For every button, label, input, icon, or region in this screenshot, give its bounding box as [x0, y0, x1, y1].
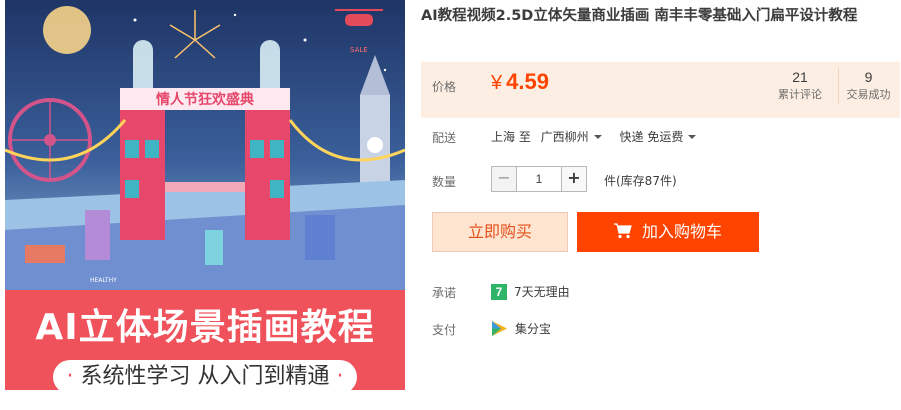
bus-text: HEALTHY [90, 277, 117, 284]
promise-label: 承诺 [432, 286, 457, 300]
buy-now-button[interactable]: 立即购买 [432, 212, 568, 252]
jifenbao-icon [492, 321, 507, 336]
destination-text: 广西柳州 [540, 130, 589, 144]
payment-row: 集分宝 [491, 320, 551, 337]
seven-day-return-icon: 7 [491, 283, 507, 300]
shipping-row: 上海 至 广西柳州 快递 免运费 [491, 128, 697, 145]
add-to-cart-button[interactable]: 加入购物车 [577, 212, 759, 252]
reviews-stat[interactable]: 21 累计评论 [771, 68, 829, 104]
banner-title: AI立体场景插画教程 [35, 307, 375, 348]
sales-stat: 9 交易成功 [838, 68, 896, 104]
payment-label: 支付 [432, 323, 457, 337]
price-amount: 4.59 [506, 69, 549, 94]
price-panel: 价格 ¥4.59 21 累计评论 9 交易成功 [421, 62, 900, 118]
product-title: AI教程视频2.5D立体矢量商业插画 南丰丰零基础入门扁平设计教程 [421, 8, 858, 24]
shipping-from: 上海 至 [491, 130, 531, 144]
quantity-stepper: − 1 + [491, 166, 587, 192]
bullet-dot: · [66, 364, 74, 389]
sales-count: 9 [864, 69, 873, 85]
product-image: SALE 情人节狂欢盛典 HEALTHY AI立体场景插画教程 · 系统性学习 … [5, 0, 405, 390]
destination-select[interactable]: 广西柳州 [541, 128, 602, 145]
quantity-input[interactable]: 1 [517, 166, 561, 192]
chevron-down-icon [593, 134, 602, 139]
decrease-button[interactable]: − [491, 166, 517, 192]
shipping-label: 配送 [432, 131, 457, 145]
banner-subtitle: · 系统性学习 从入门到精通 · [53, 360, 357, 390]
illustration-scene: SALE 情人节狂欢盛典 HEALTHY [5, 0, 405, 290]
reviews-label: 累计评论 [778, 88, 822, 101]
product-banner: AI立体场景插画教程 · 系统性学习 从入门到精通 · [5, 290, 405, 390]
price-label: 价格 [432, 80, 457, 94]
reviews-count: 21 [792, 69, 808, 85]
promise-text: 7天无理由 [514, 285, 570, 299]
price-value: ¥4.59 [491, 69, 549, 95]
cart-icon [613, 223, 632, 239]
bullet-dot: · [336, 364, 344, 389]
shipping-method-text: 快递 免运费 [619, 130, 684, 144]
promise-row[interactable]: 7 7天无理由 [491, 283, 570, 300]
banner-subtitle-text: 系统性学习 从入门到精通 [80, 364, 330, 389]
increase-button[interactable]: + [561, 166, 587, 192]
stock-text: 件(库存87件) [604, 174, 677, 188]
sales-label: 交易成功 [846, 88, 891, 101]
payment-text: 集分宝 [515, 322, 552, 336]
quantity-label: 数量 [432, 175, 457, 189]
sign-text: 情人节狂欢盛典 [156, 91, 254, 108]
chevron-down-icon [688, 134, 697, 139]
currency-symbol: ¥ [491, 72, 503, 94]
sale-tag: SALE [350, 46, 368, 54]
add-to-cart-label: 加入购物车 [641, 222, 722, 241]
shipping-method-select[interactable]: 快递 免运费 [620, 128, 697, 145]
